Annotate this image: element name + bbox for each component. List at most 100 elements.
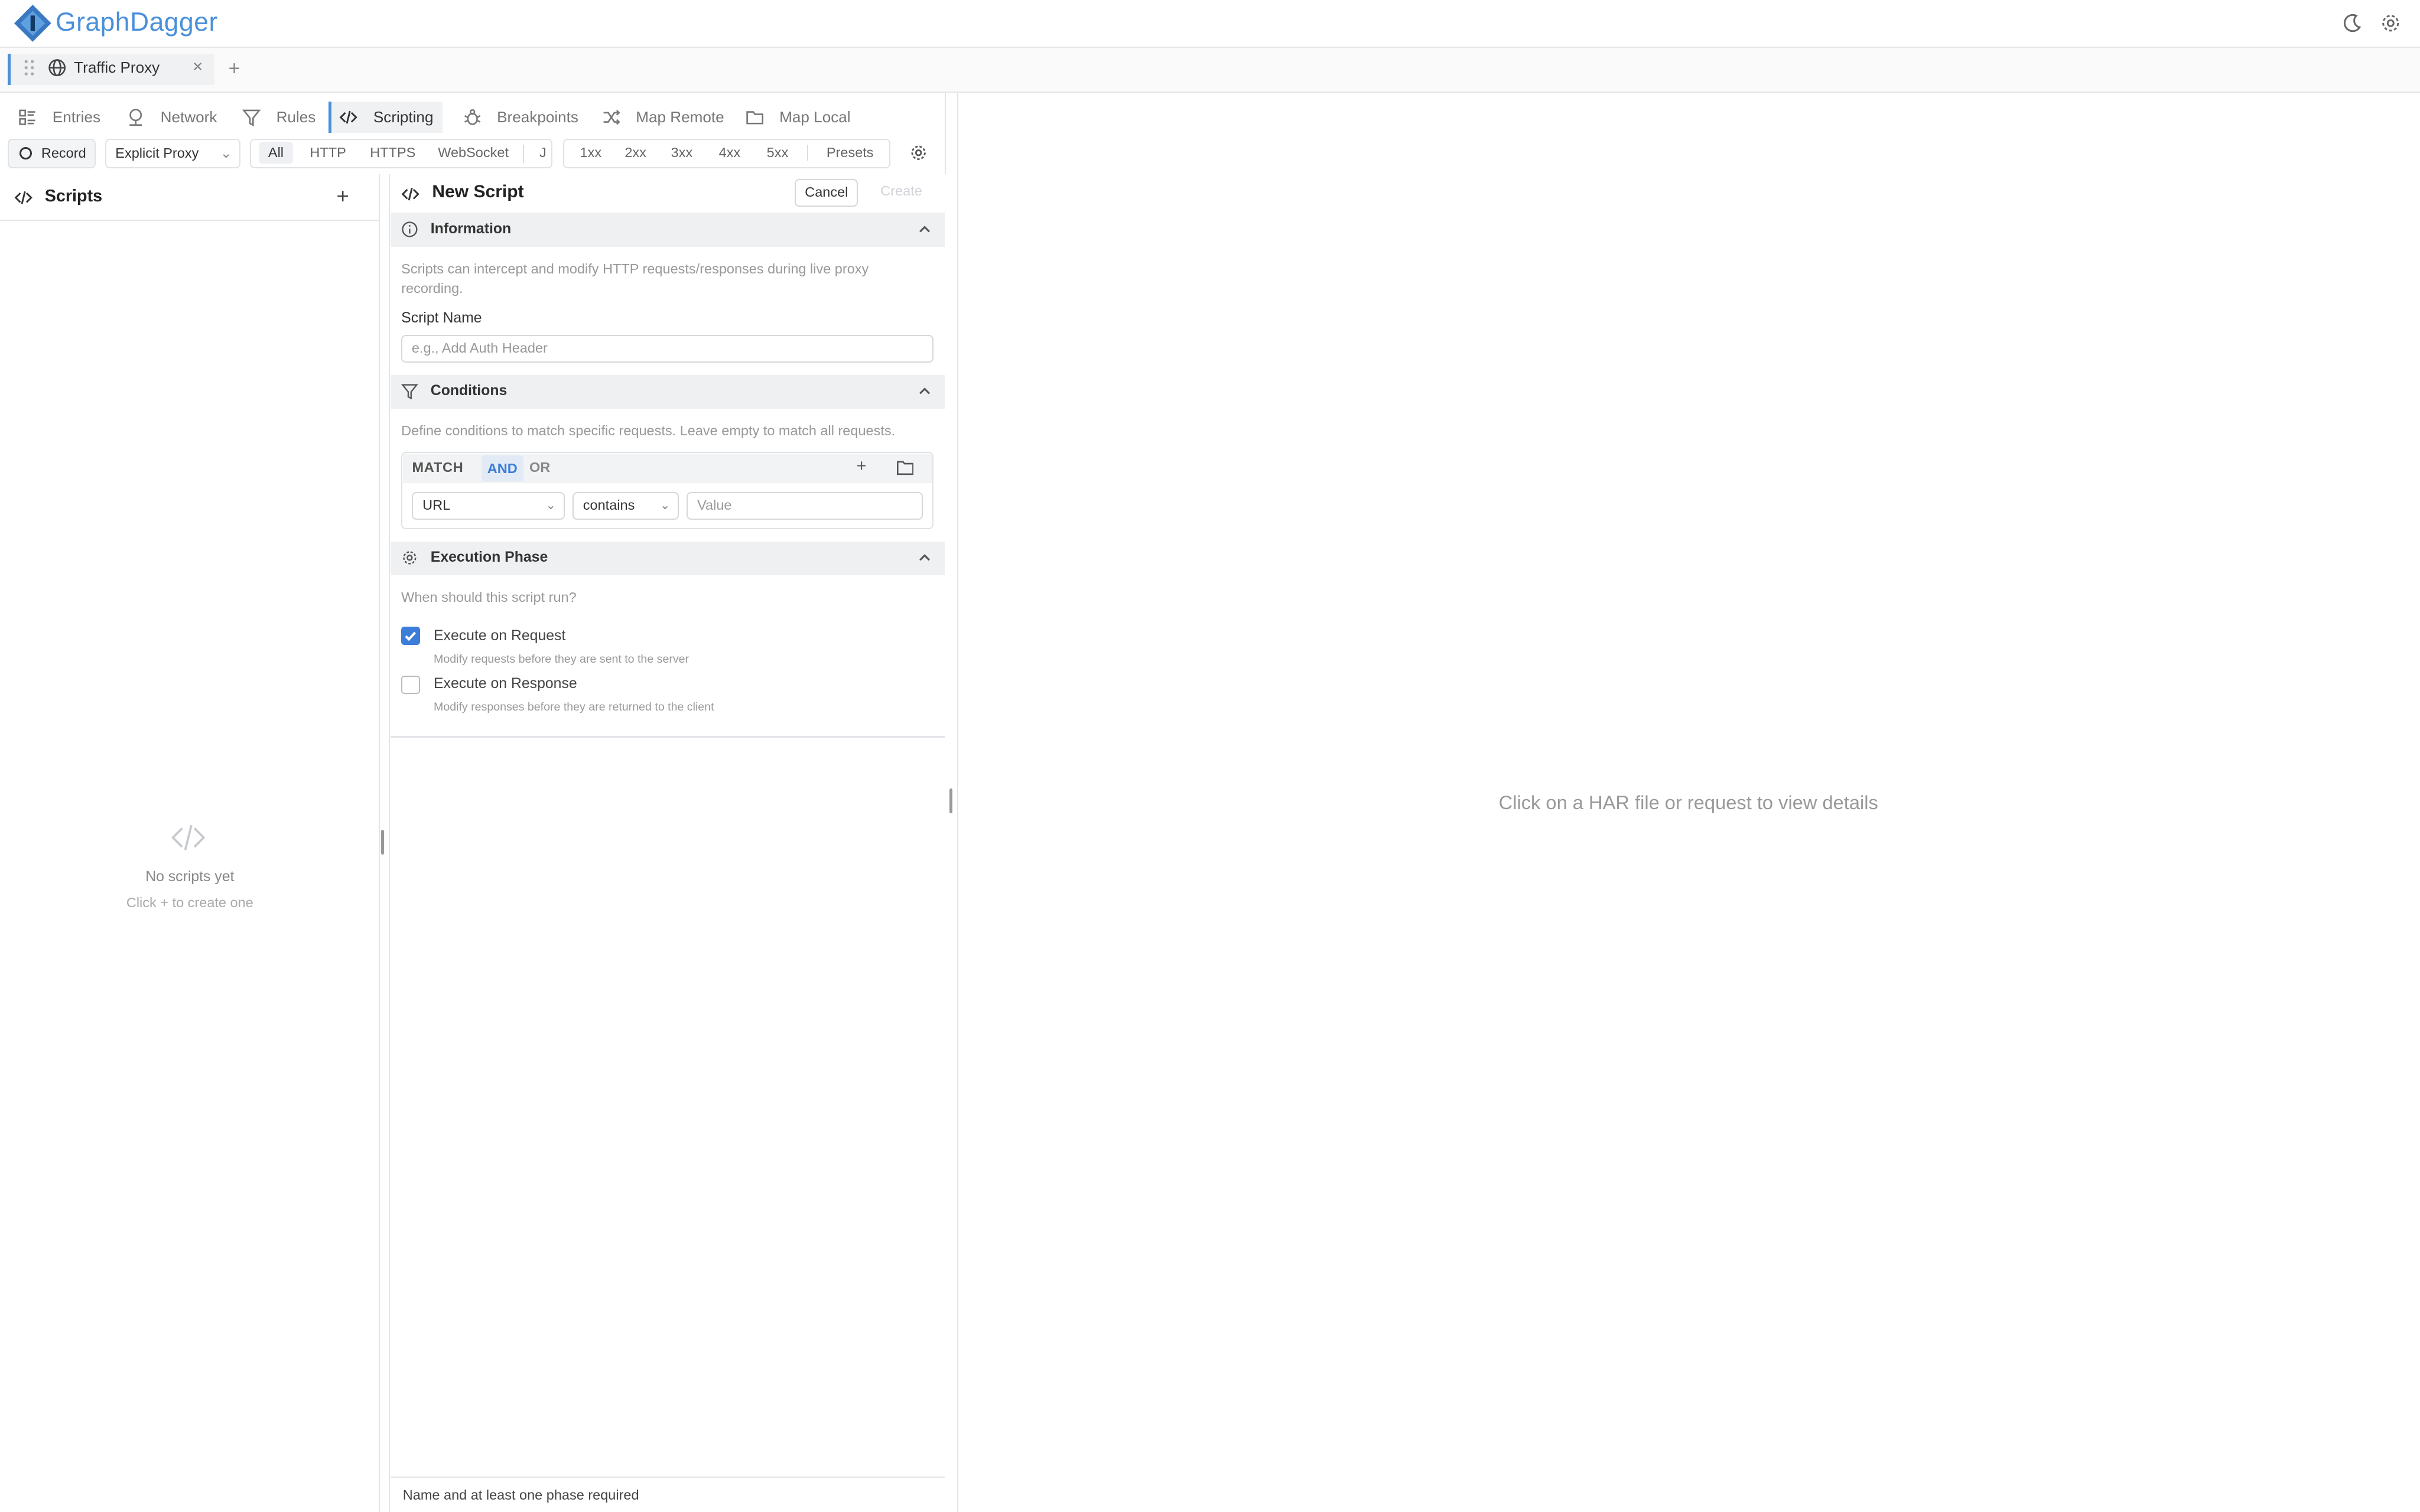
chevron-up-icon [919, 387, 930, 395]
details-empty-message: Click on a HAR file or request to view d… [1498, 791, 1878, 814]
filter-2xx[interactable]: 2xx [624, 145, 646, 161]
folder-icon [746, 111, 763, 125]
chevron-down-icon: ⌄ [659, 498, 671, 513]
tab-network-label: Network [160, 108, 217, 126]
status-filter-group: 1xx 2xx 3xx 4xx 5xx Presets [563, 139, 891, 168]
code-icon [401, 188, 419, 201]
information-section-header[interactable]: Information [390, 213, 945, 247]
proxy-mode-select[interactable]: Explicit Proxy ⌄ [105, 139, 241, 168]
scripts-header: Scripts + [0, 174, 380, 221]
list-icon [19, 109, 36, 125]
condition-field-value: URL [422, 497, 451, 513]
cancel-button[interactable]: Cancel [795, 179, 858, 207]
execution-question: When should this script run? [401, 589, 577, 605]
filter-5xx[interactable]: 5xx [767, 145, 789, 161]
add-tab-button[interactable]: + [229, 57, 240, 80]
filter-1xx[interactable]: 1xx [580, 145, 602, 161]
filter-3xx[interactable]: 3xx [671, 145, 693, 161]
network-icon [129, 109, 142, 126]
tab-map-remote[interactable]: Map Remote [602, 102, 724, 132]
execute-on-request-desc: Modify requests before they are sent to … [434, 652, 689, 666]
tab-entries[interactable]: Entries [18, 102, 100, 132]
bug-icon [464, 109, 480, 125]
and-toggle[interactable]: AND [482, 455, 523, 481]
execute-on-response-checkbox[interactable] [401, 676, 420, 695]
tab-breakpoints-label: Breakpoints [497, 108, 578, 126]
filter-icon [401, 384, 418, 400]
conditions-description: Define conditions to match specific requ… [401, 423, 896, 439]
filter-icon [242, 109, 261, 126]
session-tabs-bar [0, 47, 2420, 93]
filter-http[interactable]: HTTP [310, 145, 346, 161]
empty-state-title: No scripts yet [145, 868, 235, 885]
record-icon [19, 147, 32, 160]
condition-operator-select[interactable]: contains ⌄ [573, 492, 679, 520]
add-condition-button[interactable]: + [857, 457, 867, 476]
close-icon[interactable]: × [193, 57, 203, 77]
info-icon [402, 221, 418, 237]
filter-https[interactable]: HTTPS [370, 145, 415, 161]
session-tab-label: Traffic Proxy [74, 58, 160, 77]
condition-field-select[interactable]: URL ⌄ [412, 492, 565, 520]
record-label: Record [41, 145, 86, 161]
session-tab[interactable]: Traffic Proxy × [8, 54, 215, 85]
chevron-down-icon: ⌄ [220, 145, 232, 161]
add-group-folder-icon[interactable] [896, 460, 914, 475]
scripts-title: Scripts [44, 187, 103, 206]
condition-operator-value: contains [583, 497, 635, 513]
execution-section-header[interactable]: Execution Phase [390, 541, 945, 576]
tab-map-remote-label: Map Remote [636, 108, 724, 126]
execute-on-request-checkbox[interactable] [401, 626, 420, 645]
filter-json[interactable]: J [522, 144, 547, 164]
information-description: Scripts can intercept and modify HTTP re… [401, 260, 869, 296]
code-icon [171, 825, 206, 850]
panel-resize-handle[interactable] [949, 788, 952, 813]
chevron-down-icon: ⌄ [545, 498, 557, 513]
protocol-filter-group: All HTTP HTTPS WebSocket J [250, 139, 553, 168]
code-icon [340, 110, 358, 124]
settings-gear-icon[interactable] [909, 144, 928, 162]
conditions-title: Conditions [430, 382, 508, 399]
empty-state-hint: Click + to create one [126, 895, 253, 911]
record-button[interactable]: Record [8, 139, 96, 168]
conditions-section-header[interactable]: Conditions [390, 374, 945, 409]
script-name-input[interactable]: e.g., Add Auth Header [401, 334, 934, 363]
tab-breakpoints[interactable]: Breakpoints [463, 102, 578, 132]
tab-rules[interactable]: Rules [242, 102, 315, 132]
tab-network[interactable]: Network [126, 102, 217, 132]
match-label: MATCH [412, 460, 464, 475]
gear-icon[interactable] [2380, 12, 2402, 34]
create-button[interactable]: Create [867, 179, 935, 207]
filter-presets[interactable]: Presets [806, 144, 874, 161]
tab-scripting-label: Scripting [373, 108, 434, 126]
code-icon [14, 191, 32, 204]
tab-scripting[interactable]: Scripting [328, 102, 443, 133]
panel-title: New Script [432, 182, 524, 202]
tab-map-local[interactable]: Map Local [746, 102, 851, 132]
chevron-up-icon [919, 225, 930, 232]
filter-websocket[interactable]: WebSocket [438, 145, 509, 161]
execution-title: Execution Phase [430, 549, 548, 565]
moon-icon[interactable] [2341, 12, 2363, 34]
proxy-mode-value: Explicit Proxy [115, 145, 199, 161]
information-title: Information [430, 220, 512, 237]
section-divider [390, 736, 945, 738]
filter-4xx[interactable]: 4xx [719, 145, 741, 161]
tab-map-local-label: Map Local [779, 108, 851, 126]
sidebar-resize-handle[interactable] [381, 830, 385, 855]
drag-handle-icon[interactable] [23, 58, 35, 77]
or-toggle[interactable]: OR [529, 460, 550, 475]
script-name-label: Script Name [401, 310, 482, 327]
condition-value-input[interactable]: Value [687, 492, 923, 520]
add-script-button[interactable]: + [336, 184, 349, 208]
execute-on-response-desc: Modify responses before they are returne… [434, 700, 714, 713]
filter-all[interactable]: All [259, 141, 293, 164]
globe-icon [48, 59, 66, 77]
tab-rules-label: Rules [276, 108, 316, 126]
chevron-up-icon [919, 554, 930, 561]
shuffle-icon [603, 109, 620, 125]
validation-message: Name and at least one phase required [402, 1487, 639, 1503]
execute-on-response-label: Execute on Response [434, 676, 577, 692]
app-header [0, 0, 2420, 48]
logo-icon [14, 4, 51, 42]
